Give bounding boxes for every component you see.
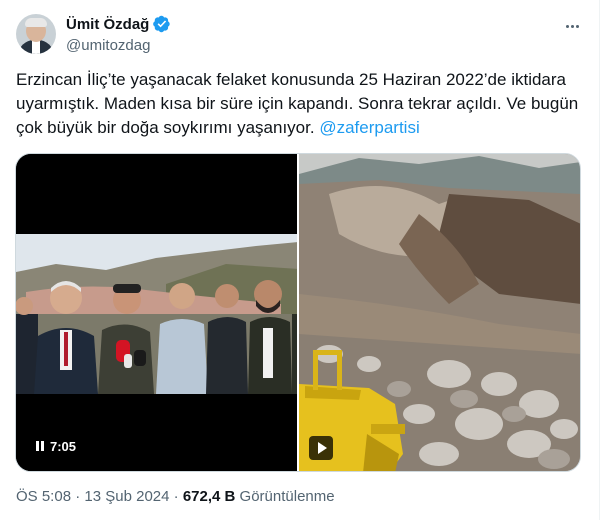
mention-link[interactable]: @zaferpartisi: [319, 118, 419, 137]
tweet-time[interactable]: ÖS 5:08: [16, 488, 71, 505]
author-avatar[interactable]: [16, 14, 56, 54]
video-duration: 7:05: [50, 438, 77, 454]
media-grid: 7:05: [15, 153, 581, 472]
landslide-frame: [299, 154, 580, 471]
meta-separator-2: ·: [173, 488, 179, 505]
tweet-body: Erzincan İliç’te yaşanacak felaket konus…: [16, 70, 579, 137]
tweet-date[interactable]: 13 Şub 2024: [84, 488, 169, 505]
video-duration-badge[interactable]: 7:05: [28, 434, 85, 458]
author-handle[interactable]: @umitozdag: [66, 37, 150, 54]
tweet-metadata: ÖS 5:08 · 13 Şub 2024 · 672,4 B Görüntül…: [16, 488, 335, 505]
video-frame: [16, 154, 297, 471]
play-icon[interactable]: [309, 436, 333, 460]
landslide-video-thumbnail[interactable]: [299, 154, 580, 471]
tweet-text: Erzincan İliç’te yaşanacak felaket konus…: [16, 68, 591, 140]
author-name-row[interactable]: Ümit Özdağ: [66, 15, 171, 33]
meta-separator: ·: [75, 488, 81, 505]
pause-icon: [36, 441, 44, 451]
views-count: 672,4 B: [182, 488, 236, 505]
more-options-icon[interactable]: [562, 16, 582, 36]
video-thumbnail[interactable]: 7:05: [16, 154, 297, 471]
author-name[interactable]: Ümit Özdağ: [66, 16, 149, 33]
views-label: Görüntülenme: [239, 488, 335, 505]
verified-badge-icon: [153, 15, 171, 33]
tweet-card: Ümit Özdağ @umitozdag Erzincan İliç’te y…: [0, 0, 600, 520]
